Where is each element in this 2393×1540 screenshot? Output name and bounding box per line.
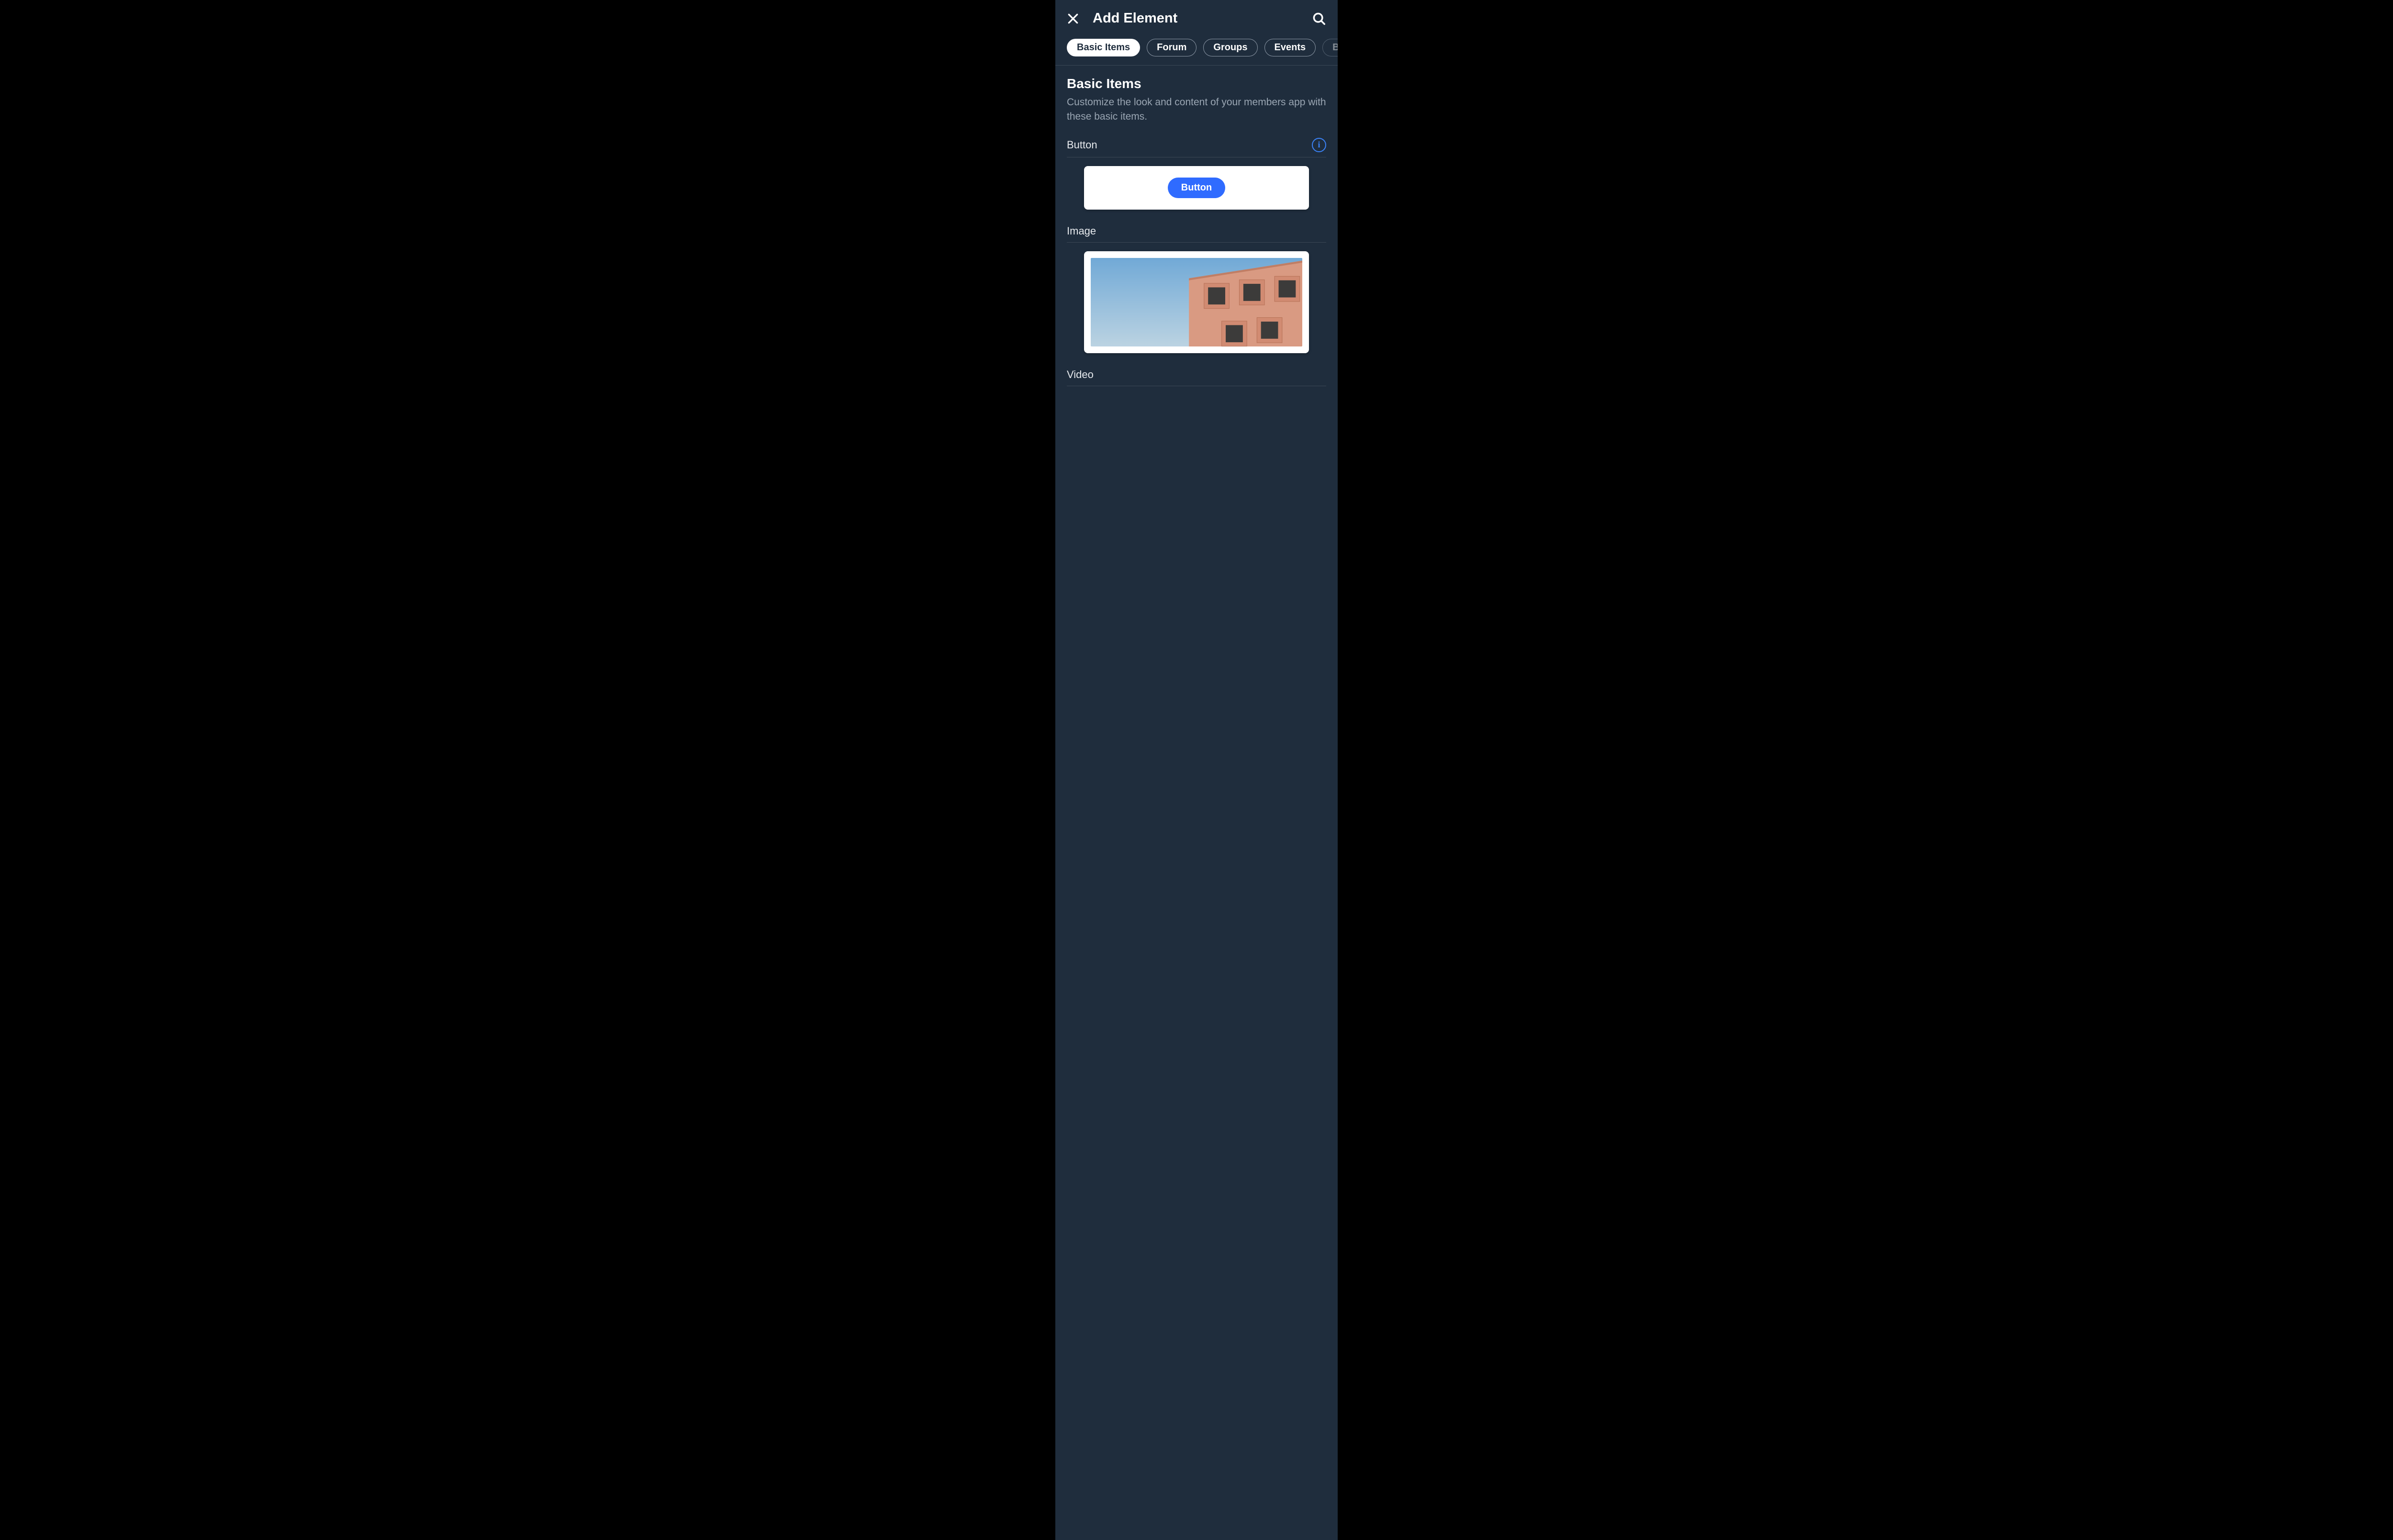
content: Basic Items Customize the look and conte… <box>1055 66 1338 386</box>
tab-groups[interactable]: Groups <box>1203 39 1257 56</box>
sample-button[interactable]: Button <box>1168 178 1225 198</box>
section-title: Basic Items <box>1067 76 1326 91</box>
sample-image <box>1091 258 1302 346</box>
item-row-image: Image <box>1067 225 1326 243</box>
info-icon[interactable]: i <box>1312 138 1326 152</box>
section-description: Customize the look and content of your m… <box>1067 95 1326 124</box>
tabs: Basic Items Forum Groups Events Blog <box>1055 35 1338 66</box>
page-title: Add Element <box>1093 11 1298 26</box>
item-row-video: Video <box>1067 368 1326 386</box>
item-label-image: Image <box>1067 225 1096 237</box>
preview-card-image[interactable] <box>1084 251 1309 353</box>
tab-blog[interactable]: Blog <box>1322 39 1338 56</box>
preview-card-button[interactable]: Button <box>1084 166 1309 210</box>
item-row-button: Button i <box>1067 138 1326 157</box>
tab-events[interactable]: Events <box>1264 39 1316 56</box>
item-label-video: Video <box>1067 368 1094 381</box>
close-icon[interactable] <box>1067 12 1079 25</box>
search-icon[interactable] <box>1312 11 1326 26</box>
header: Add Element <box>1055 0 1338 35</box>
add-element-panel: Add Element Basic Items Forum Groups Eve… <box>1055 0 1338 1540</box>
tab-forum[interactable]: Forum <box>1147 39 1196 56</box>
item-label-button: Button <box>1067 139 1097 151</box>
tab-basic-items[interactable]: Basic Items <box>1067 39 1140 56</box>
